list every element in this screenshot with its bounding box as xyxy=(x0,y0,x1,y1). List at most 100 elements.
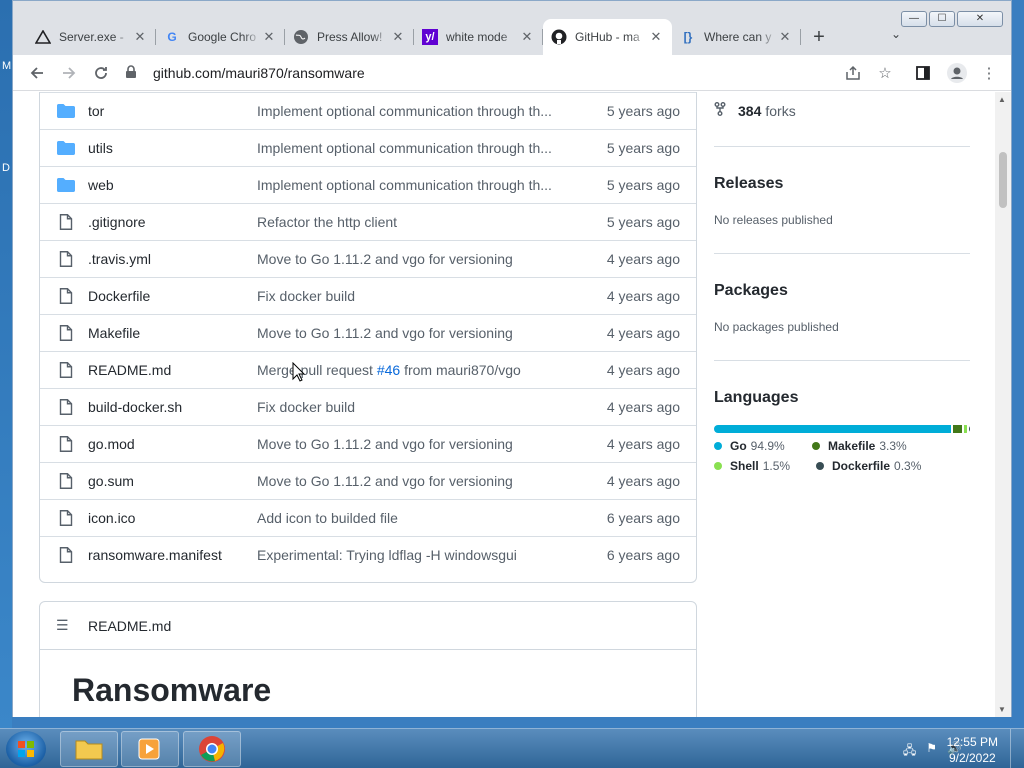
menu-kebab-icon[interactable]: ⋮ xyxy=(979,63,999,83)
close-tab-icon[interactable]: ✕ xyxy=(261,29,277,45)
new-tab-button[interactable]: + xyxy=(801,19,837,55)
commit-age[interactable]: 6 years ago xyxy=(607,510,680,526)
commit-message[interactable]: Implement optional communication through… xyxy=(257,103,567,119)
tab-github[interactable]: GitHub - ma ✕ xyxy=(543,19,672,55)
close-tab-icon[interactable]: ✕ xyxy=(519,29,535,45)
commit-age[interactable]: 5 years ago xyxy=(607,140,680,156)
table-row[interactable]: web Implement optional communication thro… xyxy=(40,166,696,203)
tab-yahoo[interactable]: y/white mode ✕ xyxy=(414,19,543,55)
list-icon[interactable]: ☰ xyxy=(56,617,76,634)
commit-message[interactable]: Fix docker build xyxy=(257,288,567,304)
commit-age[interactable]: 4 years ago xyxy=(607,473,680,489)
commit-message[interactable]: Move to Go 1.11.2 and vgo for versioning xyxy=(257,325,567,341)
language-item[interactable]: Go 94.9% xyxy=(714,439,785,453)
file-name-link[interactable]: Makefile xyxy=(88,325,140,341)
tab-search-icon[interactable]: ⌄ xyxy=(891,27,901,41)
reload-button[interactable] xyxy=(89,61,113,85)
page-scrollbar[interactable]: ▲ ▼ xyxy=(995,92,1011,717)
commit-message[interactable]: Implement optional communication through… xyxy=(257,140,567,156)
back-button[interactable] xyxy=(25,61,49,85)
scrollbar-thumb[interactable] xyxy=(999,152,1007,208)
table-row[interactable]: Dockerfile Fix docker build 4 years ago xyxy=(40,277,696,314)
file-name-link[interactable]: icon.ico xyxy=(88,510,135,526)
pull-request-link[interactable]: #46 xyxy=(377,362,400,378)
commit-age[interactable]: 4 years ago xyxy=(607,288,680,304)
table-row[interactable]: .travis.yml Move to Go 1.11.2 and vgo for… xyxy=(40,240,696,277)
packages-heading[interactable]: Packages xyxy=(714,282,788,300)
minimize-button[interactable]: — xyxy=(901,11,927,27)
table-row[interactable]: build-docker.sh Fix docker build 4 years a… xyxy=(40,388,696,425)
commit-age[interactable]: 6 years ago xyxy=(607,547,680,563)
side-panel-icon[interactable] xyxy=(913,63,933,83)
bookmark-star-icon[interactable]: ☆ xyxy=(875,63,895,83)
tab-code[interactable]: [} Where can y ✕ xyxy=(672,19,801,55)
file-name-link[interactable]: ransomware.manifest xyxy=(88,547,222,563)
tab-server[interactable]: Server.exe - ✕ xyxy=(27,19,156,55)
commit-message[interactable]: Move to Go 1.11.2 and vgo for versioning xyxy=(257,436,567,452)
table-row[interactable]: Makefile Move to Go 1.11.2 and vgo for ve… xyxy=(40,314,696,351)
close-window-button[interactable]: ✕ xyxy=(957,11,1003,27)
file-name-link[interactable]: web xyxy=(88,177,114,193)
forks-link[interactable]: 384 forks xyxy=(714,102,796,119)
close-tab-icon[interactable]: ✕ xyxy=(132,29,148,45)
commit-age[interactable]: 4 years ago xyxy=(607,251,680,267)
close-tab-icon[interactable]: ✕ xyxy=(648,29,664,45)
file-name-link[interactable]: utils xyxy=(88,140,113,156)
readme-filename[interactable]: README.md xyxy=(88,618,171,634)
file-name-link[interactable]: Dockerfile xyxy=(88,288,150,304)
close-tab-icon[interactable]: ✕ xyxy=(390,29,406,45)
tab-globe[interactable]: Press Allow! ✕ xyxy=(285,19,414,55)
language-item[interactable]: Dockerfile 0.3% xyxy=(816,459,921,473)
commit-age[interactable]: 4 years ago xyxy=(607,399,680,415)
network-icon[interactable]: 🖧 xyxy=(903,741,916,762)
file-name-link[interactable]: tor xyxy=(88,103,104,119)
start-button[interactable] xyxy=(6,731,46,767)
show-desktop-button[interactable] xyxy=(1010,729,1024,768)
table-row[interactable]: ransomware.manifest Experimental: Trying … xyxy=(40,536,696,573)
commit-age[interactable]: 5 years ago xyxy=(607,214,680,230)
close-tab-icon[interactable]: ✕ xyxy=(777,29,793,45)
commit-message[interactable]: Implement optional communication through… xyxy=(257,177,567,193)
commit-age[interactable]: 5 years ago xyxy=(607,103,680,119)
tab-title: Where can y xyxy=(704,30,772,44)
commit-message[interactable]: Experimental: Trying ldflag -H windowsgu… xyxy=(257,547,567,563)
table-row[interactable]: utils Implement optional communication th… xyxy=(40,129,696,166)
profile-avatar[interactable] xyxy=(947,63,967,83)
language-item[interactable]: Makefile 3.3% xyxy=(812,439,907,453)
commit-age[interactable]: 5 years ago xyxy=(607,177,680,193)
commit-message[interactable]: Move to Go 1.11.2 and vgo for versioning xyxy=(257,251,567,267)
file-name-link[interactable]: .gitignore xyxy=(88,214,146,230)
taskbar-media-player[interactable] xyxy=(121,731,179,767)
share-icon[interactable] xyxy=(843,63,863,83)
table-row[interactable]: go.mod Move to Go 1.11.2 and vgo for vers… xyxy=(40,425,696,462)
file-name-link[interactable]: go.mod xyxy=(88,436,135,452)
maximize-button[interactable]: ☐ xyxy=(929,11,955,27)
commit-age[interactable]: 4 years ago xyxy=(607,325,680,341)
tab-google[interactable]: G Google Chro ✕ xyxy=(156,19,285,55)
table-row[interactable]: .gitignore Refactor the http client 5 year… xyxy=(40,203,696,240)
action-center-flag-icon[interactable]: ⚑ xyxy=(926,741,937,762)
taskbar-chrome[interactable] xyxy=(183,731,241,767)
commit-message[interactable]: Add icon to builded file xyxy=(257,510,567,526)
table-row[interactable]: go.sum Move to Go 1.11.2 and vgo for vers… xyxy=(40,462,696,499)
scroll-up-arrow-icon[interactable]: ▲ xyxy=(998,95,1006,104)
table-row[interactable]: tor Implement optional communication thro… xyxy=(40,92,696,129)
scroll-down-arrow-icon[interactable]: ▼ xyxy=(998,705,1006,714)
commit-age[interactable]: 4 years ago xyxy=(607,436,680,452)
commit-message[interactable]: Refactor the http client xyxy=(257,214,567,230)
taskbar-clock[interactable]: 12:55 PM 9/2/2022 xyxy=(947,734,998,766)
forward-button[interactable] xyxy=(57,61,81,85)
commit-message[interactable]: Fix docker build xyxy=(257,399,567,415)
file-name-link[interactable]: .travis.yml xyxy=(88,251,151,267)
table-row[interactable]: README.md Merge pull request #46 from mau… xyxy=(40,351,696,388)
file-name-link[interactable]: build-docker.sh xyxy=(88,399,182,415)
file-name-link[interactable]: go.sum xyxy=(88,473,134,489)
file-name-link[interactable]: README.md xyxy=(88,362,171,378)
address-bar[interactable]: github.com/mauri870/ransomware xyxy=(125,59,885,87)
language-item[interactable]: Shell 1.5% xyxy=(714,459,790,473)
commit-age[interactable]: 4 years ago xyxy=(607,362,680,378)
table-row[interactable]: icon.ico Add icon to builded file 6 years … xyxy=(40,499,696,536)
releases-heading[interactable]: Releases xyxy=(714,175,783,193)
commit-message[interactable]: Move to Go 1.11.2 and vgo for versioning xyxy=(257,473,567,489)
taskbar-file-explorer[interactable] xyxy=(60,731,118,767)
